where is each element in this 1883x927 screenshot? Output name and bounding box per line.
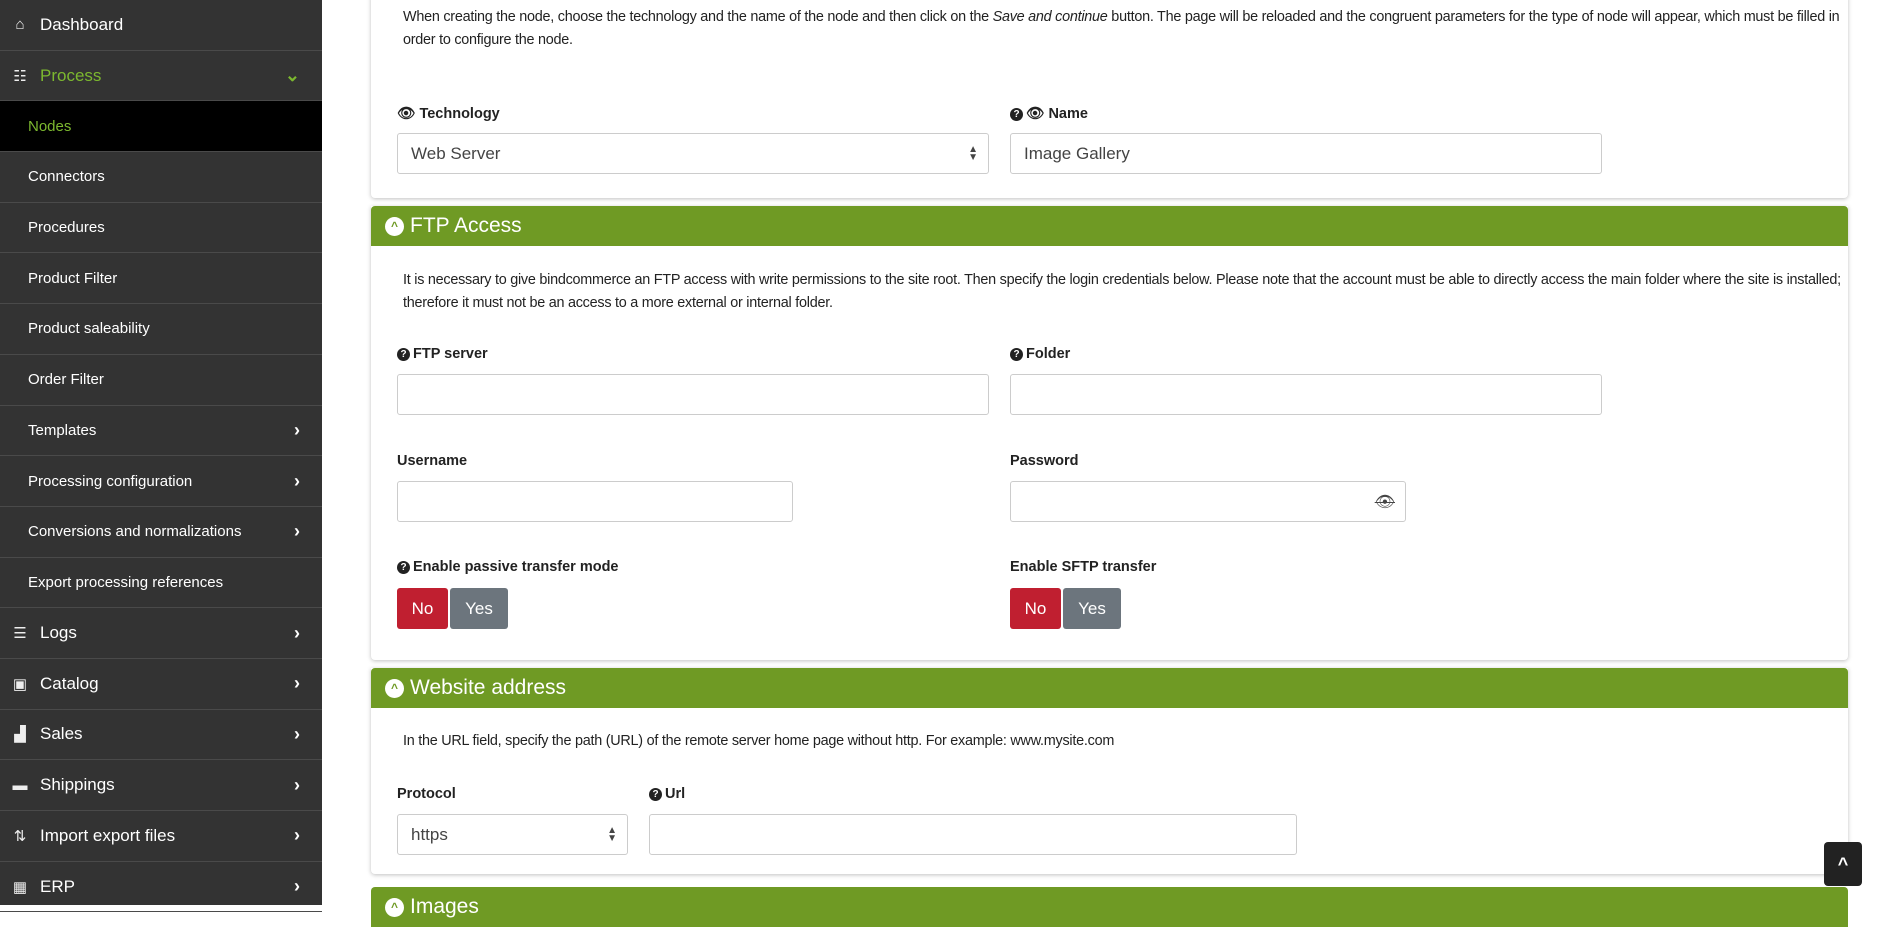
sidebar-item-nodes[interactable]: Nodes (0, 101, 322, 153)
chevron-right-icon: › (294, 521, 300, 542)
eye-slash-icon[interactable]: 👁 (1375, 492, 1395, 512)
sidebar-item-catalog[interactable]: ▣ Catalog › (0, 659, 322, 710)
sidebar-item-process[interactable]: ☷ Process ⌄ (0, 51, 322, 102)
chevron-right-icon: › (294, 825, 300, 846)
sidebar-label: Process (40, 65, 102, 85)
passive-no-button[interactable]: No (397, 588, 448, 629)
chevron-down-icon: ⌄ (284, 65, 300, 86)
sidebar-item-templates[interactable]: Templates › (0, 406, 322, 457)
eye-icon: 👁 (397, 106, 416, 122)
sidebar-label: Processing configuration (28, 472, 193, 490)
sidebar-item-sales[interactable]: ▟ Sales › (0, 710, 322, 761)
website-header[interactable]: ^ Website address (371, 668, 1848, 708)
sidebar-label: Import export files (40, 825, 176, 845)
sidebar-label: Catalog (40, 673, 99, 693)
sidebar-label: Export processing references (28, 573, 224, 591)
help-icon[interactable]: ? (397, 561, 410, 574)
help-icon[interactable]: ? (649, 788, 662, 801)
sidebar-item-import-export-files[interactable]: ⇅ Import export files › (0, 811, 322, 862)
sidebar-item-processing-configuration[interactable]: Processing configuration › (0, 456, 322, 507)
help-icon[interactable]: ? (1010, 348, 1023, 361)
help-icon[interactable]: ? (397, 348, 410, 361)
passive-yes-button[interactable]: Yes (450, 588, 508, 629)
collapse-icon: ^ (385, 897, 404, 917)
sidebar-item-conversions[interactable]: Conversions and normalizations › (0, 507, 322, 558)
chevron-right-icon: › (294, 622, 300, 643)
sidebar: ⌂ Dashboard ☷ Process ⌄ Nodes Connectors Pr… (0, 0, 322, 913)
chevron-right-icon: › (294, 876, 300, 897)
ftp-text: It is necessary to give bindcommerce an … (403, 272, 1841, 311)
passive-label: ? Enable passive transfer mode (397, 559, 619, 575)
arrows-icon: ⇅ (13, 827, 27, 845)
sidebar-item-procedures[interactable]: Procedures (0, 203, 322, 254)
sidebar-item-logs[interactable]: ☰ Logs › (0, 608, 322, 659)
name-label: ? 👁 Name (1010, 105, 1088, 122)
folder-input[interactable] (1010, 374, 1602, 415)
sidebar-label: Product saleability (28, 320, 150, 338)
sidebar-item-shippings[interactable]: ▬ Shippings › (0, 760, 322, 811)
sidebar-label: Templates (28, 421, 97, 439)
sidebar-label: Product Filter (28, 269, 118, 287)
box-icon: ▣ (12, 675, 28, 693)
select-arrows-icon: ▲ ▼ (607, 824, 617, 844)
sidebar-label: Logs (40, 623, 77, 643)
chevron-right-icon: › (294, 470, 300, 491)
sidebar-label: Dashboard (40, 14, 124, 34)
technology-select[interactable]: Web Server ▲ ▼ (397, 133, 989, 174)
select-arrows-icon: ▲ ▼ (968, 143, 978, 163)
sidebar-label: Connectors (28, 168, 105, 186)
sidebar-item-order-filter[interactable]: Order Filter (0, 355, 322, 406)
sidebar-item-export-processing-references[interactable]: Export processing references (0, 558, 322, 609)
sidebar-label: Conversions and normalizations (28, 523, 242, 541)
website-text: In the URL field, specify the path (URL)… (403, 733, 1115, 749)
sidebar-item-dashboard[interactable]: ⌂ Dashboard (0, 0, 322, 51)
process-icon: ☷ (13, 67, 27, 85)
erp-icon: ▦ (12, 878, 28, 896)
chart-icon: ▟ (14, 726, 26, 744)
sidebar-item-product-saleability[interactable]: Product saleability (0, 304, 322, 355)
sidebar-item-product-filter[interactable]: Product Filter (0, 253, 322, 305)
protocol-select[interactable]: https ▲ ▼ (397, 814, 628, 855)
collapse-icon: ^ (385, 678, 404, 698)
password-label: Password (1010, 453, 1079, 469)
sftp-label: Enable SFTP transfer (1010, 559, 1157, 575)
collapse-icon: ^ (385, 216, 404, 236)
url-label: ? Url (649, 786, 685, 802)
chevron-right-icon: › (294, 774, 300, 795)
url-input[interactable] (649, 814, 1297, 855)
scroll-to-top-button[interactable]: ^ (1824, 842, 1862, 886)
chevron-up-icon: ^ (1837, 853, 1849, 874)
name-input[interactable]: Image Gallery (1010, 133, 1602, 174)
sidebar-label: Shippings (40, 775, 115, 795)
protocol-label: Protocol (397, 786, 456, 802)
home-icon: ⌂ (15, 16, 25, 34)
sftp-yes-button[interactable]: Yes (1063, 588, 1121, 629)
sidebar-item-connectors[interactable]: Connectors (0, 152, 322, 203)
chevron-right-icon: › (294, 419, 300, 440)
logs-icon: ☰ (13, 625, 27, 643)
sidebar-label: Procedures (28, 219, 105, 237)
sidebar-label: Order Filter (28, 371, 104, 389)
images-header[interactable]: ^ Images (371, 887, 1848, 927)
username-input[interactable] (397, 481, 793, 522)
technology-label: 👁 Technology (397, 106, 500, 122)
sidebar-label: Sales (40, 724, 83, 744)
password-input[interactable]: 👁 (1010, 481, 1406, 522)
folder-label: ? Folder (1010, 346, 1070, 362)
intro-text: When creating the node, choose the techn… (403, 9, 1840, 48)
help-icon[interactable]: ? (1010, 108, 1023, 121)
ftp-server-label: ? FTP server (397, 346, 488, 362)
ftp-server-input[interactable] (397, 374, 989, 415)
chevron-right-icon: › (294, 673, 300, 694)
truck-icon: ▬ (12, 776, 28, 794)
username-label: Username (397, 453, 468, 469)
ftp-header[interactable]: ^ FTP Access (371, 206, 1848, 246)
chevron-right-icon: › (294, 723, 300, 744)
sidebar-label: ERP (40, 876, 75, 896)
sftp-no-button[interactable]: No (1010, 588, 1061, 629)
eye-icon: 👁 (1026, 106, 1045, 122)
sidebar-label: Nodes (28, 117, 72, 135)
